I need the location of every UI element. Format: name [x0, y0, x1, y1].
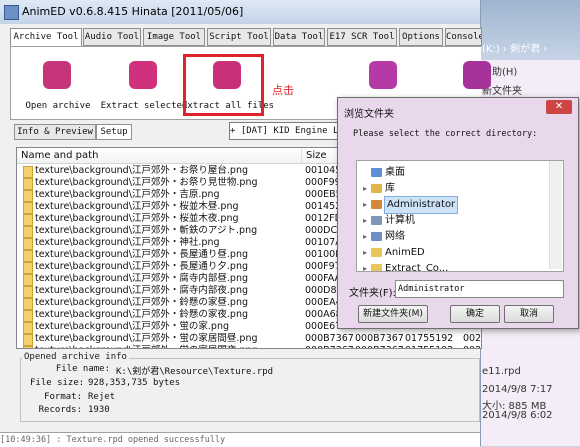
file-name-cell: texture\background\江戸郊外・長屋通り夕.png — [35, 261, 249, 272]
tree-item-label: 库 — [385, 183, 395, 194]
file-icon — [23, 346, 33, 348]
records-value: 1930 — [88, 405, 110, 415]
folder-icon — [371, 264, 382, 271]
background-file-name[interactable]: e11.rpd — [482, 366, 521, 377]
file-name-cell: texture\background\江戸郊外・桜並木昼.png — [35, 201, 239, 212]
cancel-button[interactable]: 取消 — [504, 305, 554, 323]
tab-archive-tool[interactable]: Archive Tool — [10, 28, 82, 46]
folder-icon — [371, 216, 382, 225]
file-name-cell: texture\background\江戸郊外・神社.png — [35, 237, 220, 248]
dialog-prompt: Please select the correct directory: — [353, 129, 538, 139]
open-archive-button[interactable]: Open archive — [17, 55, 99, 115]
tab-script-tool[interactable]: Script Tool — [207, 28, 271, 46]
table-row[interactable]: texture\background\江戸郊外・蛍の家居間夜.png 000B73… — [17, 345, 481, 348]
folder-field-label: 文件夹(F): — [349, 288, 396, 299]
file-name-cell: texture\background\江戸郊外・蛍の家居間昼.png — [35, 333, 258, 344]
file-col3-cell: 000B7367 — [355, 333, 404, 344]
tab-console[interactable]: Console — [445, 28, 482, 46]
file-name-cell: texture\background\江戸郊外・腐寺内部昼.png — [35, 273, 249, 284]
file-col4-cell: 01755192 — [405, 345, 453, 348]
file-name-cell: texture\background\江戸郊外・腐寺内部夜.png — [35, 285, 249, 296]
expand-arrow-icon[interactable]: ▸ — [363, 261, 367, 271]
folder-icon — [371, 184, 382, 193]
expand-arrow-icon[interactable]: ▸ — [363, 245, 367, 261]
extract-selected-label: Extract selected — [100, 101, 188, 111]
expand-arrow-icon[interactable]: ▸ — [363, 213, 367, 229]
folder-field[interactable]: Administrator — [395, 280, 564, 298]
background-date-1: 2014/9/8 7:17 — [482, 384, 553, 395]
red-highlight-box — [183, 54, 264, 116]
app-icon — [4, 5, 19, 20]
tree-item-label: AnimED — [385, 247, 425, 258]
tab-e17-scr-tool[interactable]: E17 SCR Tool — [327, 28, 397, 46]
expand-arrow-icon[interactable]: ▸ — [363, 197, 367, 213]
column-name-header[interactable]: Name and path — [17, 148, 302, 163]
file-name-cell: texture\background\江戸郊外・桜並木夜.png — [35, 213, 239, 224]
folder-icon — [371, 232, 382, 241]
folder-icon — [371, 248, 382, 257]
extract-selected-icon — [129, 61, 157, 89]
background-path: (K:) › 剣が君 › — [482, 44, 548, 55]
table-row[interactable]: texture\background\江戸郊外・蛍の家居間昼.png 000B73… — [17, 333, 482, 346]
file-col5-cell: 002 — [463, 345, 481, 348]
file-name-cell: texture\background\江戸郊外・お祭り屋台.png — [35, 165, 249, 176]
file-name-cell: texture\background\江戸郊外・お祭り見世物.png — [35, 177, 258, 188]
file-name-cell: texture\background\江戸郊外・鈴懸の家昼.png — [35, 297, 249, 308]
ok-button[interactable]: 确定 — [450, 305, 500, 323]
file-size-cell: 000B7367 — [305, 345, 354, 348]
tab-info-preview[interactable]: Info & Preview — [14, 124, 96, 140]
tab-image-tool[interactable]: Image Tool — [143, 28, 205, 46]
file-name-cell: texture\background\江戸郊外・蛍の家居間夜.png — [35, 345, 258, 348]
file-name-value: K:\剣が君\Resource\Texture.rpd — [116, 367, 274, 377]
file-size-value: 928,353,735 bytes — [88, 378, 181, 388]
dialog-title: 浏览文件夹 — [344, 109, 394, 120]
background-date-2: 2014/9/8 6:02 — [482, 410, 553, 421]
tab-data-tool[interactable]: Data Tool — [273, 28, 325, 46]
plus-tool-icon — [369, 61, 397, 89]
tree-item-label: Extract_Co... — [385, 263, 449, 272]
format-label: Format: — [44, 392, 82, 402]
file-name-cell: texture\background\江戸郊外・鈴懸の家夜.png — [35, 309, 249, 320]
archive-info-title: Opened archive info — [22, 352, 129, 362]
file-col4-cell: 01755192 — [405, 333, 454, 344]
tab-audio-tool[interactable]: Audio Tool — [83, 28, 141, 46]
log-output: [10:49:36] : Texture.rpd opened successf… — [0, 432, 480, 447]
file-name-cell: texture\background\江戸郊外・長屋通り昼.png — [35, 249, 249, 260]
file-name-cell: texture\background\江戸郊外・吉原.png — [35, 189, 220, 200]
tool-icon — [463, 61, 491, 89]
tree-item-label: Administrator — [383, 196, 459, 214]
file-name-label: File name: — [55, 364, 110, 374]
file-name-cell: texture\background\江戸郊外・蛍の家.png — [35, 321, 230, 332]
tab-options[interactable]: Options — [399, 28, 443, 46]
tree-item-label: 网络 — [385, 231, 405, 242]
open-archive-label: Open archive — [25, 101, 91, 111]
file-col5-cell: 002 — [463, 333, 482, 344]
tree-scrollbar[interactable] — [549, 161, 562, 269]
file-size-cell: 000B7367 — [305, 333, 354, 344]
folder-icon — [371, 168, 382, 177]
format-value: Rejet — [88, 392, 116, 402]
tree-item-label: 计算机 — [385, 215, 415, 226]
expand-arrow-icon[interactable]: ▸ — [363, 229, 367, 245]
window-title: AnimED v0.6.8.415 Hinata [2011/05/06] — [22, 5, 244, 18]
extract-selected-button[interactable]: Extract selected — [101, 55, 187, 115]
file-size-label: File size: — [30, 378, 85, 388]
tab-setup[interactable]: Setup — [96, 124, 132, 140]
file-col3-cell: 000B7367 — [355, 345, 404, 348]
expand-arrow-icon[interactable]: ▸ — [363, 181, 367, 197]
records-label: Records: — [38, 405, 82, 415]
folder-tree[interactable]: 桌面 ▸ 库 ▸ Administrator ▸ 计算机 ▸ 网络 ▸ AnimED ▸ Extract… — [356, 160, 564, 272]
folder-icon — [371, 200, 382, 209]
new-folder-button[interactable]: 新建文件夹(M) — [358, 305, 428, 323]
close-icon[interactable]: ✕ — [546, 100, 572, 114]
click-annotation: 点击 — [272, 84, 294, 97]
file-name-cell: texture\background\江戸郊外・斬鉄のアジト.png — [35, 225, 258, 236]
tree-item-label: 桌面 — [385, 167, 405, 178]
open-archive-icon — [43, 61, 71, 89]
